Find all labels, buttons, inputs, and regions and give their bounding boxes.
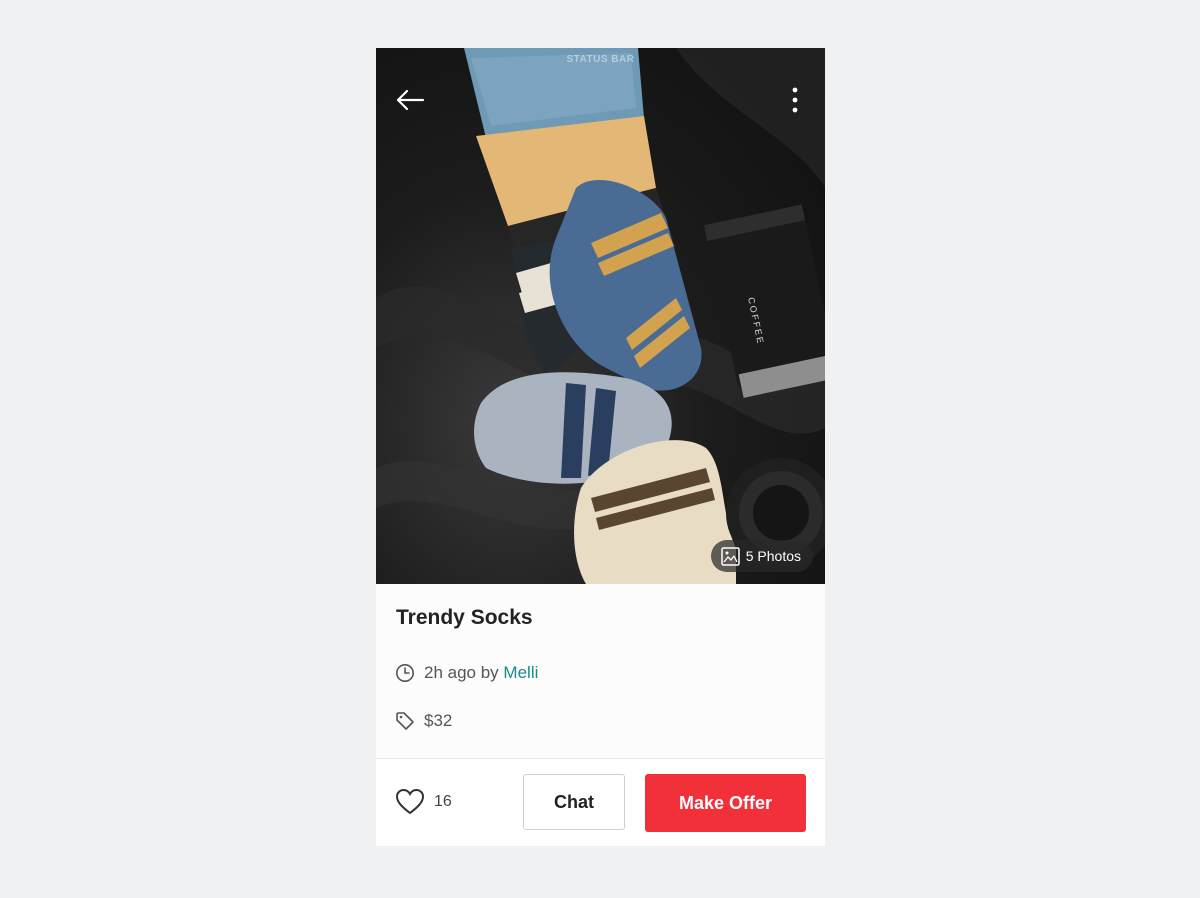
more-options-button[interactable]	[783, 84, 807, 116]
like-button[interactable]: 16	[395, 788, 452, 816]
image-icon	[720, 546, 740, 566]
posted-info: 2h ago by Melli	[395, 663, 538, 683]
product-photo-illustration: COFFEE	[376, 48, 825, 584]
heart-icon	[395, 788, 425, 815]
product-screen: COFFEE STATUS BAR 5 Photos Trendy Socks …	[376, 48, 825, 846]
seller-link[interactable]: Melli	[503, 663, 538, 682]
back-button[interactable]	[390, 84, 430, 116]
photos-count-label: 5 Photos	[745, 548, 801, 564]
clock-icon	[396, 664, 414, 682]
price-tag-icon	[396, 712, 414, 730]
posted-time: 2h ago by	[424, 663, 499, 682]
chat-button[interactable]: Chat	[523, 774, 625, 830]
action-bar: 16 Chat Make Offer	[376, 759, 825, 846]
like-count: 16	[434, 793, 452, 810]
product-details: Trendy Socks 2h ago by Melli $32	[376, 584, 825, 758]
price-row: $32	[395, 711, 452, 731]
status-bar: STATUS BAR	[566, 54, 635, 65]
make-offer-button[interactable]: Make Offer	[645, 774, 806, 832]
back-arrow-icon	[396, 89, 425, 111]
product-title: Trendy Socks	[396, 606, 533, 629]
product-photo[interactable]: COFFEE STATUS BAR 5 Photos	[376, 48, 825, 584]
more-vertical-icon	[792, 87, 798, 113]
product-price: $32	[424, 711, 453, 730]
photos-count-badge[interactable]: 5 Photos	[710, 540, 813, 572]
